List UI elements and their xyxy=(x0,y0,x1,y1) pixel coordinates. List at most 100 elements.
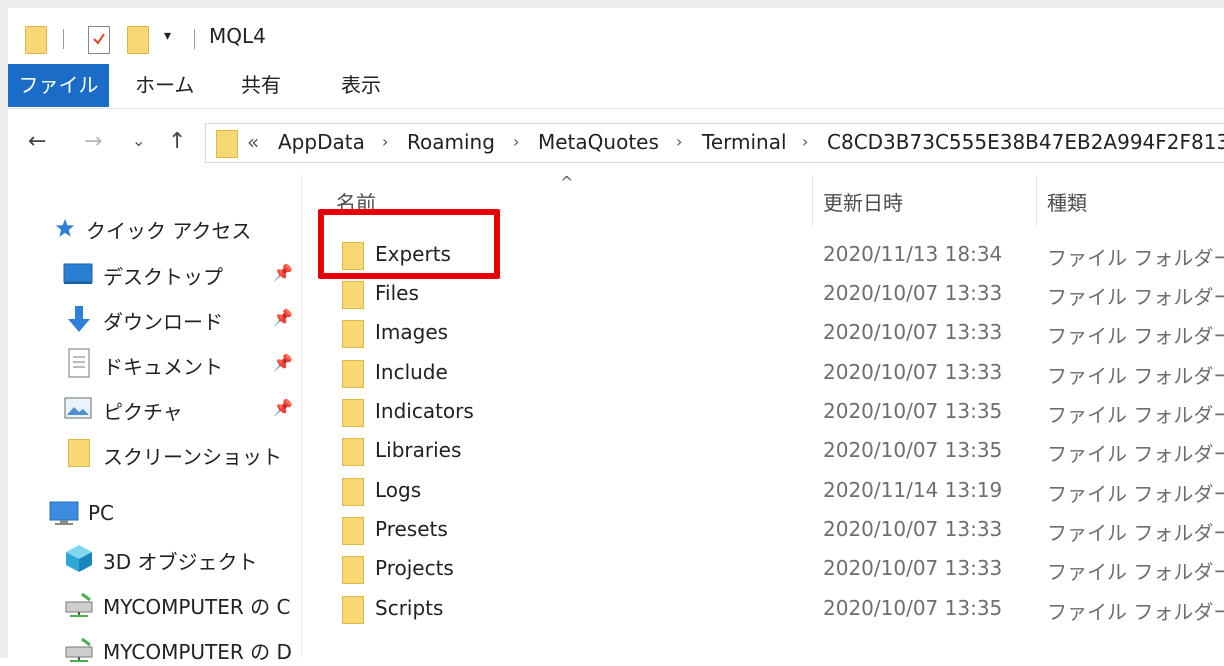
nav-item-downloads[interactable]: ダウンロード 📌 xyxy=(8,300,301,336)
highlight-box-experts xyxy=(318,209,500,279)
nav-item-network-drive-d[interactable]: MYCOMPUTER の D xyxy=(8,630,301,666)
nav-label: ピクチャ xyxy=(103,400,183,424)
window-title: MQL4 xyxy=(209,24,266,48)
window-frame-top xyxy=(0,0,1224,8)
recent-locations-chevron-icon[interactable]: ⌄ xyxy=(132,131,145,150)
file-modified: 2020/10/07 13:33 xyxy=(823,556,1003,580)
file-row-scripts[interactable]: Scripts 2020/10/07 13:35 ファイル フォルダー xyxy=(302,589,1224,628)
customize-toolbar-icon[interactable]: ▾ xyxy=(164,28,171,44)
folder-icon xyxy=(216,130,238,158)
tab-view[interactable]: 表示 xyxy=(341,64,381,107)
breadcrumb-terminal[interactable]: Terminal xyxy=(702,130,787,154)
file-modified: 2020/10/07 13:33 xyxy=(823,281,1003,305)
tab-share[interactable]: 共有 xyxy=(241,64,281,107)
file-type: ファイル フォルダー xyxy=(1047,246,1224,270)
file-modified: 2020/10/07 13:33 xyxy=(823,517,1003,541)
tab-home[interactable]: ホーム xyxy=(135,64,194,107)
column-header-type[interactable]: 種類 xyxy=(1047,187,1087,216)
file-type: ファイル フォルダー xyxy=(1047,482,1224,506)
nav-label: デスクトップ xyxy=(103,265,223,289)
tab-file[interactable]: ファイル xyxy=(8,64,109,107)
file-name: Presets xyxy=(375,517,448,541)
file-row-images[interactable]: Images 2020/10/07 13:33 ファイル フォルダー xyxy=(302,313,1224,352)
chevron-right-icon[interactable]: › xyxy=(676,132,682,151)
folder-icon xyxy=(342,320,364,348)
file-modified: 2020/11/14 13:19 xyxy=(823,478,1003,502)
network-drive-icon xyxy=(65,637,93,662)
navigation-pane: クイック アクセス デスクトップ 📌 ダウンロード 📌 ドキュメント 📌 ピクチ… xyxy=(8,175,301,664)
column-separator[interactable] xyxy=(812,175,813,227)
file-name: Indicators xyxy=(375,399,474,423)
file-name: Files xyxy=(375,281,419,305)
sort-ascending-icon: ^ xyxy=(560,173,574,192)
file-type: ファイル フォルダー xyxy=(1047,560,1224,584)
folder-icon xyxy=(342,556,364,584)
file-row-presets[interactable]: Presets 2020/10/07 13:33 ファイル フォルダー xyxy=(302,510,1224,549)
file-name: Libraries xyxy=(375,438,462,462)
nav-item-documents[interactable]: ドキュメント 📌 xyxy=(8,345,301,381)
file-name: Images xyxy=(375,320,449,344)
folder-icon xyxy=(25,26,47,54)
breadcrumb-roaming[interactable]: Roaming xyxy=(407,130,495,154)
nav-quick-access[interactable]: クイック アクセス xyxy=(8,209,301,245)
back-arrow-icon[interactable]: ← xyxy=(28,129,46,154)
file-name: Include xyxy=(375,360,448,384)
nav-pc[interactable]: PC xyxy=(8,495,301,531)
nav-label: MYCOMPUTER の C xyxy=(103,595,291,619)
star-icon xyxy=(55,218,75,237)
file-modified: 2020/10/07 13:33 xyxy=(823,320,1003,344)
pin-icon[interactable]: 📌 xyxy=(273,263,293,282)
folder-icon xyxy=(342,596,364,624)
file-row-include[interactable]: Include 2020/10/07 13:33 ファイル フォルダー xyxy=(302,353,1224,392)
toolbar-separator xyxy=(194,29,195,49)
properties-icon[interactable] xyxy=(88,26,110,54)
file-type: ファイル フォルダー xyxy=(1047,600,1224,624)
breadcrumb-metaquotes[interactable]: MetaQuotes xyxy=(538,130,659,154)
network-drive-icon xyxy=(65,592,93,617)
breadcrumb-appdata[interactable]: AppData xyxy=(278,130,365,154)
pin-icon[interactable]: 📌 xyxy=(273,398,293,417)
file-row-projects[interactable]: Projects 2020/10/07 13:33 ファイル フォルダー xyxy=(302,549,1224,588)
address-bar[interactable]: « AppData › Roaming › MetaQuotes › Termi… xyxy=(205,123,1224,163)
up-arrow-icon[interactable]: ↑ xyxy=(168,129,186,154)
folder-icon xyxy=(342,360,364,388)
file-type: ファイル フォルダー xyxy=(1047,521,1224,545)
picture-icon xyxy=(64,397,92,419)
document-icon xyxy=(68,348,90,378)
file-row-indicators[interactable]: Indicators 2020/10/07 13:35 ファイル フォルダー xyxy=(302,392,1224,431)
file-modified: 2020/10/07 13:35 xyxy=(823,399,1003,423)
pin-icon[interactable]: 📌 xyxy=(273,308,293,327)
window-frame-left xyxy=(0,0,8,658)
breadcrumb-overflow[interactable]: « xyxy=(247,130,259,154)
ribbon-tabs: ファイル ホーム 共有 表示 xyxy=(8,64,1224,109)
chevron-right-icon[interactable]: › xyxy=(513,132,519,151)
file-name: Logs xyxy=(375,478,422,502)
nav-item-3d-objects[interactable]: 3D オブジェクト xyxy=(8,540,301,576)
breadcrumb-terminal-id[interactable]: C8CD3B73C555E38B47EB2A994F2F8130 xyxy=(827,130,1224,154)
nav-label: MYCOMPUTER の D xyxy=(103,640,292,664)
chevron-right-icon[interactable]: › xyxy=(382,132,388,151)
column-separator[interactable] xyxy=(1036,175,1037,227)
forward-arrow-icon[interactable]: → xyxy=(84,129,102,154)
nav-item-network-drive-c[interactable]: MYCOMPUTER の C xyxy=(8,585,301,621)
nav-label: 3D オブジェクト xyxy=(103,550,258,574)
column-header-modified[interactable]: 更新日時 xyxy=(823,187,903,216)
nav-item-pictures[interactable]: ピクチャ 📌 xyxy=(8,390,301,426)
chevron-right-icon[interactable]: › xyxy=(802,132,808,151)
file-name: Scripts xyxy=(375,596,444,620)
file-row-logs[interactable]: Logs 2020/11/14 13:19 ファイル フォルダー xyxy=(302,471,1224,510)
file-modified: 2020/10/07 13:35 xyxy=(823,596,1003,620)
new-folder-icon[interactable] xyxy=(127,26,149,54)
file-row-libraries[interactable]: Libraries 2020/10/07 13:35 ファイル フォルダー xyxy=(302,431,1224,470)
folder-icon xyxy=(68,439,90,467)
pin-icon[interactable]: 📌 xyxy=(273,353,293,372)
nav-label: スクリーンショット xyxy=(103,445,282,469)
nav-label: PC xyxy=(88,501,115,525)
title-bar: ▾ MQL4 xyxy=(8,8,1224,64)
computer-icon xyxy=(49,501,79,525)
nav-item-desktop[interactable]: デスクトップ 📌 xyxy=(8,255,301,291)
file-modified: 2020/11/13 18:34 xyxy=(823,242,1003,266)
nav-item-screenshots[interactable]: スクリーンショット xyxy=(8,435,301,471)
file-row-files[interactable]: Files 2020/10/07 13:33 ファイル フォルダー xyxy=(302,274,1224,313)
navigation-bar: ← → ⌄ ↑ « AppData › Roaming › MetaQuotes… xyxy=(8,109,1224,175)
